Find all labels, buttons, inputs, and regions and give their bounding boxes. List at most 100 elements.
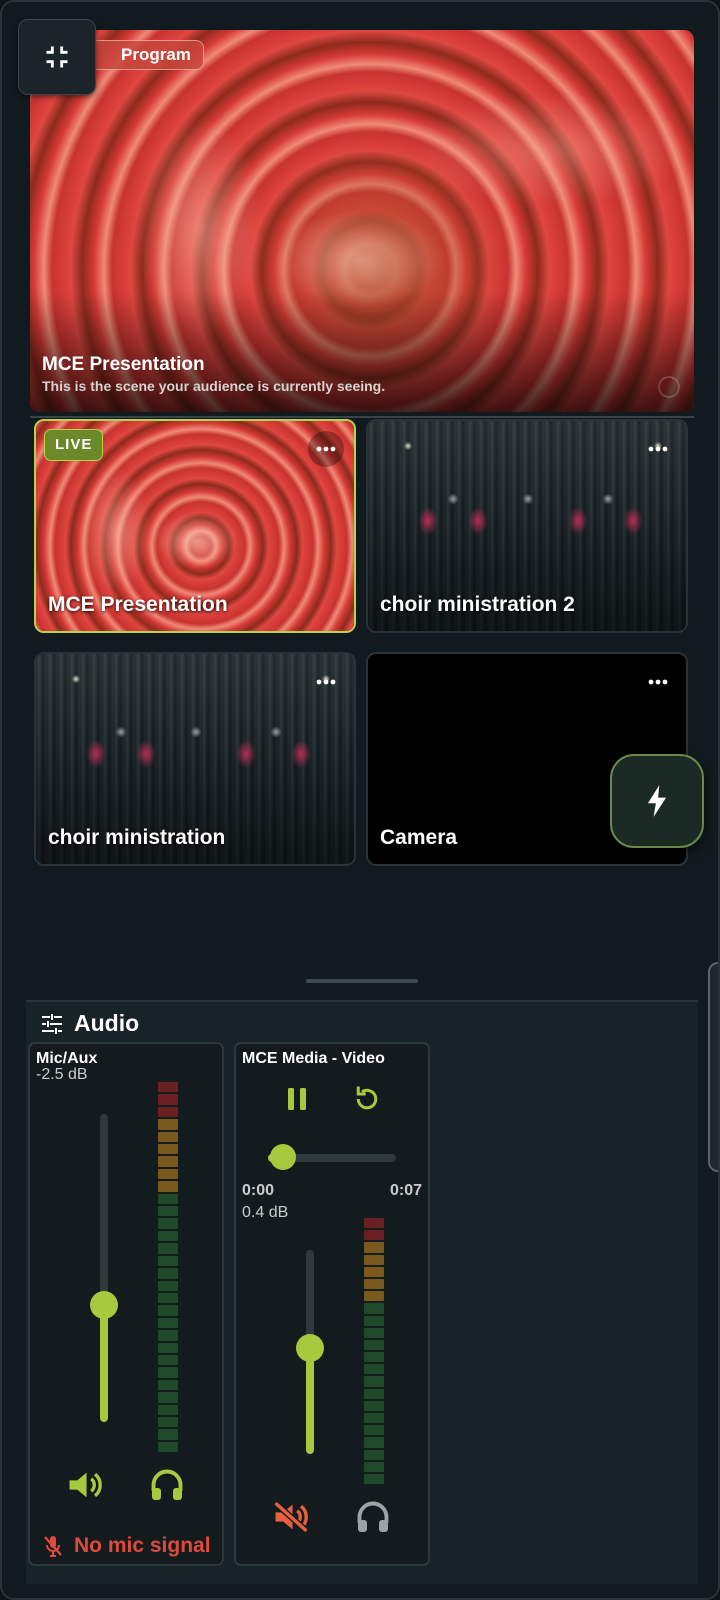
channel-name: MCE Media - Video <box>242 1050 385 1067</box>
volume-off-icon <box>273 1500 309 1534</box>
scene-more-button[interactable] <box>640 664 676 700</box>
meter-segment <box>364 1291 384 1302</box>
volume-icon <box>69 1472 102 1498</box>
sliders-icon <box>42 1013 62 1034</box>
meter-segment <box>364 1449 384 1460</box>
mute-toggle[interactable] <box>270 1496 312 1538</box>
meter-segment <box>364 1400 384 1411</box>
monitor-toggle[interactable] <box>146 1464 188 1506</box>
scene-label: MCE Presentation <box>48 593 228 616</box>
meter-segment <box>158 1106 178 1118</box>
lightning-icon <box>647 785 667 817</box>
media-seek-thumb[interactable] <box>270 1144 296 1170</box>
pause-icon <box>288 1088 306 1110</box>
meter-segment <box>364 1461 384 1472</box>
scene-card-mce-presentation[interactable]: LIVE MCE Presentation <box>34 419 356 633</box>
program-preview[interactable]: Program MCE Presentation This is the sce… <box>30 30 694 412</box>
mute-toggle[interactable] <box>64 1464 106 1506</box>
side-drawer-handle[interactable] <box>708 962 718 1172</box>
meter-segment <box>364 1473 384 1485</box>
meter-segment <box>158 1181 178 1192</box>
pause-button[interactable] <box>276 1078 318 1120</box>
meter-segment <box>158 1354 178 1366</box>
meter-segment <box>158 1082 178 1093</box>
live-badge: LIVE <box>44 429 104 461</box>
meter-segment <box>364 1388 384 1399</box>
audio-channel-mic-aux: Mic/Aux -2.5 dB No mic signal <box>28 1042 224 1566</box>
meter-segment <box>158 1392 178 1403</box>
scene-card-choir-ministration[interactable]: choir ministration <box>34 652 356 866</box>
program-badge: Program <box>90 40 204 70</box>
panel-drag-handle[interactable] <box>306 979 418 983</box>
meter-segment <box>364 1218 384 1229</box>
collapse-button[interactable] <box>18 19 96 95</box>
volume-fader-thumb[interactable] <box>296 1333 324 1362</box>
meter-segment <box>158 1379 178 1391</box>
meter-segment <box>364 1230 384 1241</box>
meter-segment <box>158 1156 178 1167</box>
meter-segment <box>158 1131 178 1143</box>
meter-segment <box>364 1413 384 1424</box>
meter-segment <box>158 1429 178 1440</box>
mic-off-icon <box>44 1536 62 1557</box>
scene-card-choir-ministration-2[interactable]: choir ministration 2 <box>366 419 688 633</box>
headphones-icon <box>357 1501 389 1532</box>
audio-panel: Audio Mic/Aux -2.5 dB No mic signal MCE … <box>26 1000 698 1584</box>
meter-segment <box>158 1404 178 1415</box>
volume-fader-thumb[interactable] <box>90 1290 118 1319</box>
meter-segment <box>158 1292 178 1304</box>
meter-segment <box>158 1268 178 1279</box>
meter-segment <box>158 1441 178 1453</box>
watermark-icon <box>658 376 680 398</box>
audio-title: Audio <box>74 1010 140 1036</box>
volume-fader[interactable] <box>100 1114 108 1422</box>
more-horizontal-icon <box>648 446 668 452</box>
meter-segment <box>158 1206 178 1217</box>
program-subtitle: This is the scene your audience is curre… <box>42 378 386 394</box>
scene-more-button[interactable] <box>640 431 676 467</box>
meter-segment <box>364 1437 384 1448</box>
meter-segment <box>364 1254 384 1265</box>
restart-icon <box>356 1086 378 1110</box>
program-title: MCE Presentation <box>42 354 205 375</box>
channel-db: -2.5 dB <box>36 1066 88 1083</box>
divider <box>30 416 694 418</box>
meter-segment <box>364 1352 384 1363</box>
meter-segment <box>158 1119 178 1130</box>
meter-segment <box>158 1144 178 1155</box>
meter-segment <box>158 1305 178 1316</box>
restart-button[interactable] <box>346 1078 388 1120</box>
audio-header: Audio <box>40 1010 139 1037</box>
scene-more-button[interactable] <box>308 664 344 700</box>
meter-segment <box>158 1367 178 1378</box>
audio-channel-mce-media: MCE Media - Video 0:00 0:07 0.4 dB <box>234 1042 430 1566</box>
more-horizontal-icon <box>316 446 336 452</box>
meter-segment <box>158 1230 178 1242</box>
meter-segment <box>158 1416 178 1428</box>
level-meter <box>364 1218 384 1485</box>
meter-segment <box>158 1280 178 1291</box>
level-meter <box>158 1082 178 1453</box>
app-frame: Program MCE Presentation This is the sce… <box>0 0 720 1600</box>
meter-segment <box>158 1317 178 1329</box>
headphones-icon <box>151 1469 183 1500</box>
meter-segment <box>364 1242 384 1253</box>
meter-segment <box>364 1376 384 1387</box>
meter-segment <box>158 1218 178 1229</box>
quick-action-button[interactable] <box>610 754 704 848</box>
meter-segment <box>364 1303 384 1314</box>
scene-label: choir ministration 2 <box>380 593 575 616</box>
more-horizontal-icon <box>316 679 336 685</box>
meter-segment <box>158 1094 178 1105</box>
meter-segment <box>158 1243 178 1254</box>
monitor-toggle[interactable] <box>352 1496 394 1538</box>
meter-segment <box>364 1339 384 1351</box>
media-time-total: 0:07 <box>389 1182 422 1199</box>
meter-segment <box>158 1168 178 1180</box>
channel-db: 0.4 dB <box>242 1204 289 1221</box>
meter-segment <box>364 1425 384 1436</box>
fullscreen-exit-icon <box>46 46 68 68</box>
no-mic-text: No mic signal <box>74 1534 211 1557</box>
scene-label: Camera <box>380 826 458 849</box>
scene-more-button[interactable] <box>308 431 344 467</box>
